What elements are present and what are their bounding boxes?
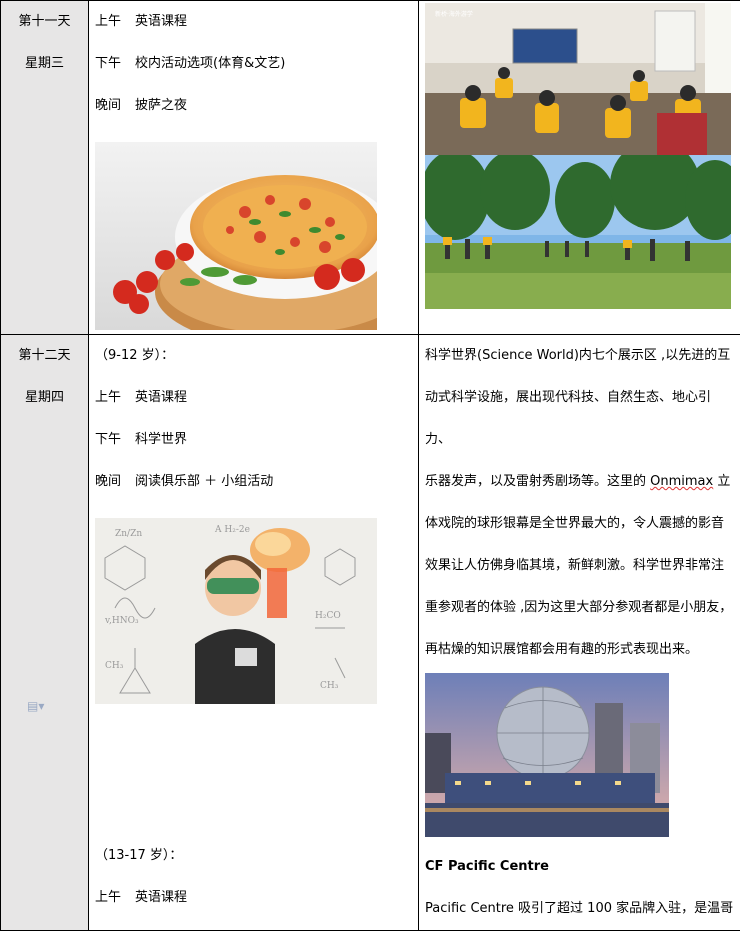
- age-group-label: （9-12 岁）：: [95, 346, 418, 388]
- science-line: 再枯燥的知识展馆都会用有趣的形式表现出来。: [425, 629, 740, 671]
- document-options-icon[interactable]: ▤▾: [27, 699, 44, 713]
- schedule-item: 上午英语课程: [95, 12, 418, 54]
- svg-text:Zn/Zn: Zn/Zn: [115, 529, 142, 539]
- classroom-photo: 新桥·海外游学: [425, 3, 731, 155]
- day-12-description: 科学世界(Science World)内七个展示区 ,以先进的互 动式科学设施，…: [419, 335, 740, 931]
- day-11-weekday: 星期三: [1, 54, 88, 74]
- science-line: 乐器发声，以及雷射秀剧场等。这里的 Onmimax 立: [425, 461, 740, 503]
- day-12-label: 第十二天: [1, 346, 88, 366]
- svg-text:v,HNO₃: v,HNO₃: [104, 616, 139, 626]
- pacific-centre-text: Pacific Centre 吸引了超过 100 家品牌入驻，是温哥: [425, 888, 740, 930]
- science-world-photo: [425, 673, 669, 837]
- spellcheck-flagged-word[interactable]: Onmimax: [650, 474, 713, 489]
- age-group-label: （13-17 岁）：: [95, 846, 418, 888]
- science-line: 动式科学设施，展出现代科技、自然生态、地心引力、: [425, 377, 740, 461]
- pacific-centre-title: CF Pacific Centre: [425, 846, 740, 888]
- schedule-item: 晚间披萨之夜: [95, 96, 418, 138]
- day-11-cell: 第十一天 星期三: [1, 1, 89, 335]
- science-kid-photo: Zn/Zn A H₂-2e v,HNO₃ H₂CO CH₃ CH₃: [95, 518, 377, 704]
- day-12-row: 第十二天 星期四 ▤▾ （9-12 岁）： 上午英语课程 下午科学世界 晚间阅读…: [1, 335, 740, 931]
- science-line: 重参观者的体验 ,因为这里大部分参观者都是小朋友，: [425, 587, 740, 629]
- day-12-cell: 第十二天 星期四 ▤▾: [1, 335, 89, 931]
- logo-watermark: 新桥·海外游学: [435, 10, 473, 18]
- day-12-schedule: （9-12 岁）： 上午英语课程 下午科学世界 晚间阅读俱乐部 ＋ 小组活动 Z…: [89, 335, 419, 931]
- day-11-photos: 新桥·海外游学: [419, 1, 740, 335]
- schedule-item: 晚间阅读俱乐部 ＋ 小组活动: [95, 472, 418, 514]
- schedule-item: 下午校内活动选项(体育&文艺): [95, 54, 418, 96]
- day-11-schedule: 上午英语课程 下午校内活动选项(体育&文艺) 晚间披萨之夜: [89, 1, 419, 335]
- day-11-row: 第十一天 星期三 上午英语课程 下午校内活动选项(体育&文艺) 晚间披萨之夜: [1, 1, 740, 335]
- science-line: 科学世界(Science World)内七个展示区 ,以先进的互: [425, 335, 740, 377]
- day-11-label: 第十一天: [1, 12, 88, 32]
- science-line: 体戏院的球形银幕是全世界最大的，令人震撼的影音: [425, 503, 740, 545]
- park-photo: [425, 155, 731, 309]
- itinerary-table: 第十一天 星期三 上午英语课程 下午校内活动选项(体育&文艺) 晚间披萨之夜: [0, 0, 740, 931]
- pizza-photo: [95, 142, 377, 330]
- svg-text:A H₂-2e: A H₂-2e: [214, 525, 250, 535]
- svg-text:H₂CO: H₂CO: [315, 611, 341, 621]
- schedule-item: 下午科学世界: [95, 430, 418, 472]
- schedule-item: 上午英语课程: [95, 888, 418, 930]
- science-line: 效果让人仿佛身临其境，新鲜刺激。科学世界非常注: [425, 545, 740, 587]
- svg-text:CH₃: CH₃: [105, 661, 124, 671]
- schedule-item: 上午英语课程: [95, 388, 418, 430]
- day-12-weekday: 星期四: [1, 388, 88, 408]
- svg-text:CH₃: CH₃: [320, 681, 339, 691]
